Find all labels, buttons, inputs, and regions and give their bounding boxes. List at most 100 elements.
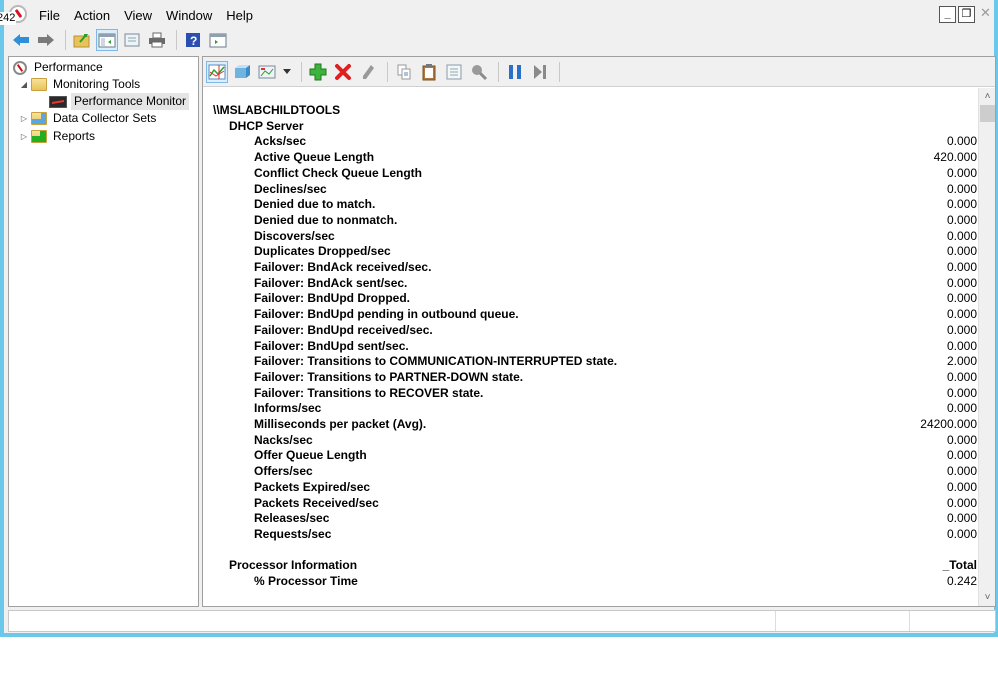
tree-item-data-collector-sets[interactable]: ▷ Data Collector Sets <box>19 110 159 127</box>
report-counter-row[interactable]: Conflict Check Queue Length 0.000 <box>254 166 977 182</box>
close-button[interactable]: ✕ <box>977 6 994 23</box>
report-object-label: DHCP Server <box>229 118 304 133</box>
report-counter-row[interactable]: Releases/sec 0.000 <box>254 511 977 527</box>
report-counter-row-label: Informs/sec <box>254 401 322 416</box>
forward-icon <box>38 34 54 46</box>
status-bar <box>8 610 996 632</box>
properties-icon <box>446 64 462 79</box>
report-counter-row-value: 0.000 <box>946 338 977 353</box>
main-toolbar: ? <box>4 27 994 53</box>
report-counter-row[interactable]: Discovers/sec 0.000 <box>254 229 977 245</box>
tree-item-performance-monitor[interactable]: Performance Monitor <box>49 93 190 110</box>
report-object[interactable]: Processor Information _Total <box>229 558 977 574</box>
properties-button[interactable] <box>443 61 465 83</box>
back-button[interactable] <box>10 29 32 51</box>
menu-file[interactable]: File <box>32 6 67 25</box>
report-object[interactable]: DHCP Server <box>229 119 977 135</box>
print-button[interactable] <box>146 29 168 51</box>
update-data-button[interactable] <box>529 61 551 83</box>
restore-button[interactable]: ❐ <box>958 6 975 23</box>
report-counter-row[interactable]: Denied due to match. 0.000 <box>254 197 977 213</box>
tree-item-label: Performance <box>34 60 103 74</box>
highlight-icon <box>363 64 374 79</box>
report-counter-row[interactable]: Declines/sec 0.000 <box>254 182 977 198</box>
tree-item-reports[interactable]: ▷ Reports <box>19 128 98 145</box>
report-counter-row[interactable]: Duplicates Dropped/sec 0.000 <box>254 244 977 260</box>
console-tree: Performance ◢ Monitoring Tools Performan… <box>8 56 199 607</box>
collapsed-arrow-icon[interactable]: ▷ <box>19 132 29 141</box>
report-counter-row[interactable]: Failover: BndAck sent/sec. 0.000 <box>254 276 977 292</box>
report-counter-row[interactable]: Packets Expired/sec 0.000 <box>254 480 977 496</box>
report-counter-row-label: Discovers/sec <box>254 228 335 243</box>
report-counter-row[interactable]: Packets Received/sec 0.000 <box>254 496 977 512</box>
menu-help[interactable]: Help <box>219 6 260 25</box>
report-counter-row[interactable]: Failover: BndUpd Dropped. 0.000 <box>254 291 977 307</box>
report-counter-row[interactable]: Informs/sec 0.000 <box>254 401 977 417</box>
vertical-scrollbar[interactable]: ˄ ˅ <box>978 88 995 606</box>
scroll-up-button[interactable]: ˄ <box>979 88 996 105</box>
help-button[interactable]: ? <box>182 29 204 51</box>
report-counter-row-label: Failover: BndUpd pending in outbound que… <box>254 307 519 322</box>
add-counter-icon <box>309 63 327 80</box>
expanded-arrow-icon[interactable]: ◢ <box>19 80 29 89</box>
tree-item-monitoring-tools[interactable]: ◢ Monitoring Tools <box>19 76 143 93</box>
report-counter-row[interactable]: Offer Queue Length 0.000 <box>254 448 977 464</box>
report-counter-row[interactable]: Denied due to nonmatch. 0.000 <box>254 213 977 229</box>
report-counter-row[interactable]: Failover: Transitions to COMMUNICATION-I… <box>254 354 977 370</box>
properties-button[interactable] <box>121 29 143 51</box>
report-counter-row-label: Releases/sec <box>254 511 330 526</box>
show-hide-console-tree-icon <box>98 33 116 48</box>
report-counter-row-label: Nacks/sec <box>254 432 313 447</box>
show-hide-console-tree-button[interactable] <box>96 29 118 51</box>
minimize-button[interactable]: _ <box>939 6 956 23</box>
scroll-down-button[interactable]: ˅ <box>979 589 996 606</box>
menu-action[interactable]: Action <box>67 6 117 25</box>
back-icon <box>13 34 29 46</box>
report-counter-row-value: 0.000 <box>946 495 977 510</box>
report-machine[interactable]: \\MSLABCHILDTOOLS <box>213 103 977 119</box>
collapsed-arrow-icon[interactable]: ▷ <box>19 114 29 123</box>
forward-button[interactable] <box>35 29 57 51</box>
report-counter-row[interactable]: Failover: BndAck received/sec. 0.000 <box>254 260 977 276</box>
report-counter-row[interactable]: % Processor Time 0.242 <box>254 574 977 590</box>
menu-view[interactable]: View <box>117 6 159 25</box>
graph-type-dropdown[interactable] <box>281 61 293 83</box>
report-counter-row[interactable]: Active Queue Length 420.000 <box>254 150 977 166</box>
add-counter-button[interactable] <box>307 61 329 83</box>
freeze-display-button[interactable] <box>504 61 526 83</box>
view-log-data-button[interactable] <box>231 61 253 83</box>
tree-item-performance[interactable]: Performance <box>13 59 106 76</box>
report-counter-row[interactable]: Failover: Transitions to PARTNER-DOWN st… <box>254 370 977 386</box>
monitor-toolbar <box>203 57 995 87</box>
toolbar-separator <box>387 61 388 82</box>
scroll-thumb[interactable] <box>980 105 995 122</box>
delete-counter-icon <box>335 63 351 80</box>
highlight-button[interactable] <box>357 61 379 83</box>
tree-item-label: Data Collector Sets <box>53 111 157 125</box>
zoom-button[interactable] <box>468 61 490 83</box>
monitoring-tools-folder-icon <box>31 78 47 91</box>
show-hide-action-pane-button[interactable] <box>207 29 229 51</box>
change-graph-type-button[interactable] <box>256 61 278 83</box>
report-counter-row-value: 0.000 <box>946 228 977 243</box>
performance-monitor-icon <box>49 95 67 108</box>
report-counter-row[interactable]: Offers/sec 0.000 <box>254 464 977 480</box>
report-counter-row[interactable]: Acks/sec 0.000 <box>254 134 977 150</box>
paste-counter-list-button[interactable] <box>418 61 440 83</box>
report-counter-row[interactable]: Milliseconds per packet (Avg). 24200.000 <box>254 417 977 433</box>
delete-counter-button[interactable] <box>332 61 354 83</box>
report-counter-row[interactable]: Failover: BndUpd received/sec. 0.000 <box>254 323 977 339</box>
report-counter-row[interactable]: Failover: BndUpd sent/sec. 0.000 <box>254 339 977 355</box>
report-counter-row[interactable]: Failover: Transitions to RECOVER state. 0… <box>254 386 977 402</box>
report-counter-row-label: Milliseconds per packet (Avg). <box>254 417 427 431</box>
report-counter-row[interactable]: Failover: BndUpd pending in outbound que… <box>254 307 977 323</box>
view-current-activity-button[interactable] <box>206 60 228 83</box>
menu-window[interactable]: Window <box>159 6 219 25</box>
toolbar-separator <box>559 61 560 82</box>
copy-properties-button[interactable] <box>393 61 415 83</box>
report-counter-row[interactable]: Nacks/sec 0.000 <box>254 433 977 449</box>
up-one-level-button[interactable] <box>71 29 93 51</box>
report-counter-row[interactable]: Requests/sec 0.000 <box>254 527 977 543</box>
tree-item-label: Reports <box>53 129 96 143</box>
show-hide-action-pane-icon <box>209 33 227 48</box>
